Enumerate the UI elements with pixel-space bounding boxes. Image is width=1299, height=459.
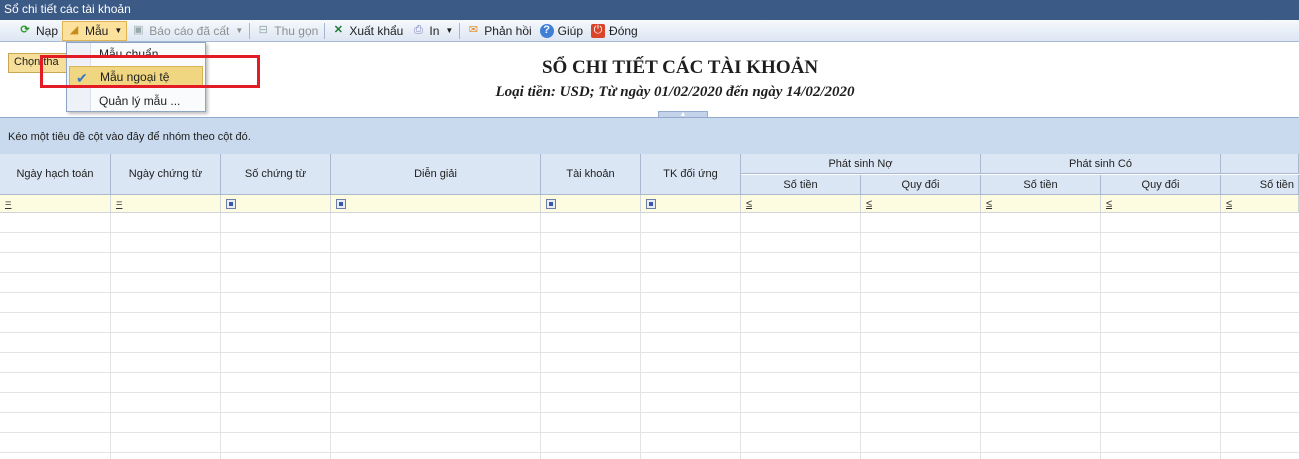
filter-operator: ≤	[1226, 197, 1233, 210]
chevron-down-icon: ▼	[114, 26, 123, 35]
filter-operator: =	[5, 197, 12, 210]
grid-column-line	[330, 213, 331, 459]
filter-cell[interactable]: ≤	[1221, 195, 1299, 213]
report-subtitle: Loại tiền: USD; Từ ngày 01/02/2020 đến n…	[495, 84, 855, 100]
column-header-debit-converted[interactable]: Quy đổi	[861, 175, 981, 195]
highlight-annotation	[40, 55, 260, 88]
column-header-contra-account[interactable]: TK đối ứng	[641, 154, 741, 195]
filter-operator: ≤	[986, 197, 993, 210]
column-header-voucher-date[interactable]: Ngày chứng từ	[111, 154, 221, 195]
column-header-debit-amount[interactable]: Số tiền	[741, 175, 861, 195]
help-button[interactable]: ? Giúp	[536, 21, 587, 41]
toolbar-divider	[249, 22, 251, 39]
filter-contains-icon	[646, 199, 656, 209]
grid-column-line	[1100, 213, 1101, 459]
column-header-posting-date[interactable]: Ngày hạch toán	[0, 154, 111, 195]
report-title: SỔ CHI TIẾT CÁC TÀI KHOẢN	[541, 57, 819, 78]
grid-column-line	[980, 213, 981, 459]
close-label: Đóng	[609, 23, 638, 38]
saved-reports-button[interactable]: ▣ Báo cáo đã cất ▼	[127, 21, 247, 41]
filter-cell[interactable]	[331, 195, 541, 213]
power-icon: ⏻	[591, 23, 606, 38]
feedback-label: Phản hồi	[484, 23, 532, 38]
column-header-balance-amount[interactable]: Số tiền	[1221, 175, 1299, 195]
collapse-label: Thu gọn	[274, 23, 319, 38]
window-title: Sổ chi tiết các tài khoản	[0, 0, 1299, 20]
filter-contains-icon	[336, 199, 346, 209]
print-label: In	[429, 23, 440, 38]
grid-column-line	[1220, 213, 1221, 459]
filter-operator: ≤	[866, 197, 873, 210]
help-label: Giúp	[557, 23, 584, 38]
filter-cell[interactable]	[641, 195, 741, 213]
refresh-icon: ⟳	[20, 24, 30, 36]
column-header-account[interactable]: Tài khoản	[541, 154, 641, 195]
export-button[interactable]: ✕ Xuất khẩu	[327, 21, 407, 41]
toolbar-divider	[459, 22, 461, 39]
printer-icon: ⎙	[413, 24, 423, 36]
mail-icon: ✉	[468, 24, 478, 36]
filter-cell[interactable]: ≤	[861, 195, 981, 213]
grid-column-line	[740, 213, 741, 459]
collapse-button[interactable]: ⊟ Thu gọn	[252, 21, 322, 41]
column-group-balance[interactable]	[1221, 154, 1299, 174]
filter-cell[interactable]: ≤	[1101, 195, 1221, 213]
reload-button[interactable]: ⟳ Nạp	[14, 21, 62, 41]
filter-operator: =	[116, 197, 123, 210]
reload-label: Nạp	[36, 23, 59, 38]
filter-row: = = ≤ ≤ ≤ ≤ ≤	[0, 195, 1299, 213]
menu-item-label: Quản lý mẫu ...	[99, 93, 181, 108]
toolbar-divider	[324, 22, 326, 39]
template-label: Mẫu	[85, 23, 109, 38]
filter-operator: ≤	[1106, 197, 1113, 210]
column-header-credit-converted[interactable]: Quy đổi	[1101, 175, 1221, 195]
filter-contains-icon	[226, 199, 236, 209]
template-icon: ◢	[69, 24, 79, 36]
column-header-credit-amount[interactable]: Số tiền	[981, 175, 1101, 195]
close-button[interactable]: ⏻ Đóng	[587, 21, 642, 41]
chevron-down-icon: ▼	[445, 26, 454, 35]
column-group-credit[interactable]: Phát sinh Có	[981, 154, 1221, 174]
export-label: Xuất khẩu	[349, 23, 404, 38]
menu-item-manage-templates[interactable]: Quản lý mẫu ...	[67, 90, 205, 111]
filter-cell[interactable]: =	[111, 195, 221, 213]
grid-column-line	[110, 213, 111, 459]
collapse-icon: ⊟	[258, 24, 268, 36]
column-header-voucher-no[interactable]: Số chứng từ	[221, 154, 331, 195]
print-button[interactable]: ⎙ In ▼	[407, 21, 457, 41]
toolbar: ⟳ Nạp ◢ Mẫu ▼ ▣ Báo cáo đã cất ▼ ⊟ Thu g…	[0, 20, 1299, 42]
grid-column-line	[540, 213, 541, 459]
grid-column-line	[220, 213, 221, 459]
excel-icon: ✕	[333, 24, 343, 36]
group-panel[interactable]: Kéo một tiêu đề cột vào đây để nhóm theo…	[0, 117, 1299, 154]
data-grid-body[interactable]	[0, 213, 1299, 459]
filter-cell[interactable]: =	[0, 195, 111, 213]
filter-operator: ≤	[746, 197, 753, 210]
feedback-button[interactable]: ✉ Phản hồi	[462, 21, 535, 41]
template-button[interactable]: ◢ Mẫu ▼	[62, 20, 128, 41]
help-icon: ?	[539, 23, 554, 38]
filter-cell[interactable]: ≤	[741, 195, 861, 213]
column-header-description[interactable]: Diễn giải	[331, 154, 541, 195]
filter-contains-icon	[546, 199, 556, 209]
grid-column-line	[860, 213, 861, 459]
filter-cell[interactable]	[221, 195, 331, 213]
chevron-down-icon: ▼	[235, 26, 244, 35]
filter-cell[interactable]: ≤	[981, 195, 1101, 213]
grid-column-line	[640, 213, 641, 459]
filter-cell[interactable]	[541, 195, 641, 213]
save-icon: ▣	[133, 24, 144, 36]
saved-reports-label: Báo cáo đã cất	[149, 23, 230, 38]
column-group-debit[interactable]: Phát sinh Nợ	[741, 154, 981, 174]
